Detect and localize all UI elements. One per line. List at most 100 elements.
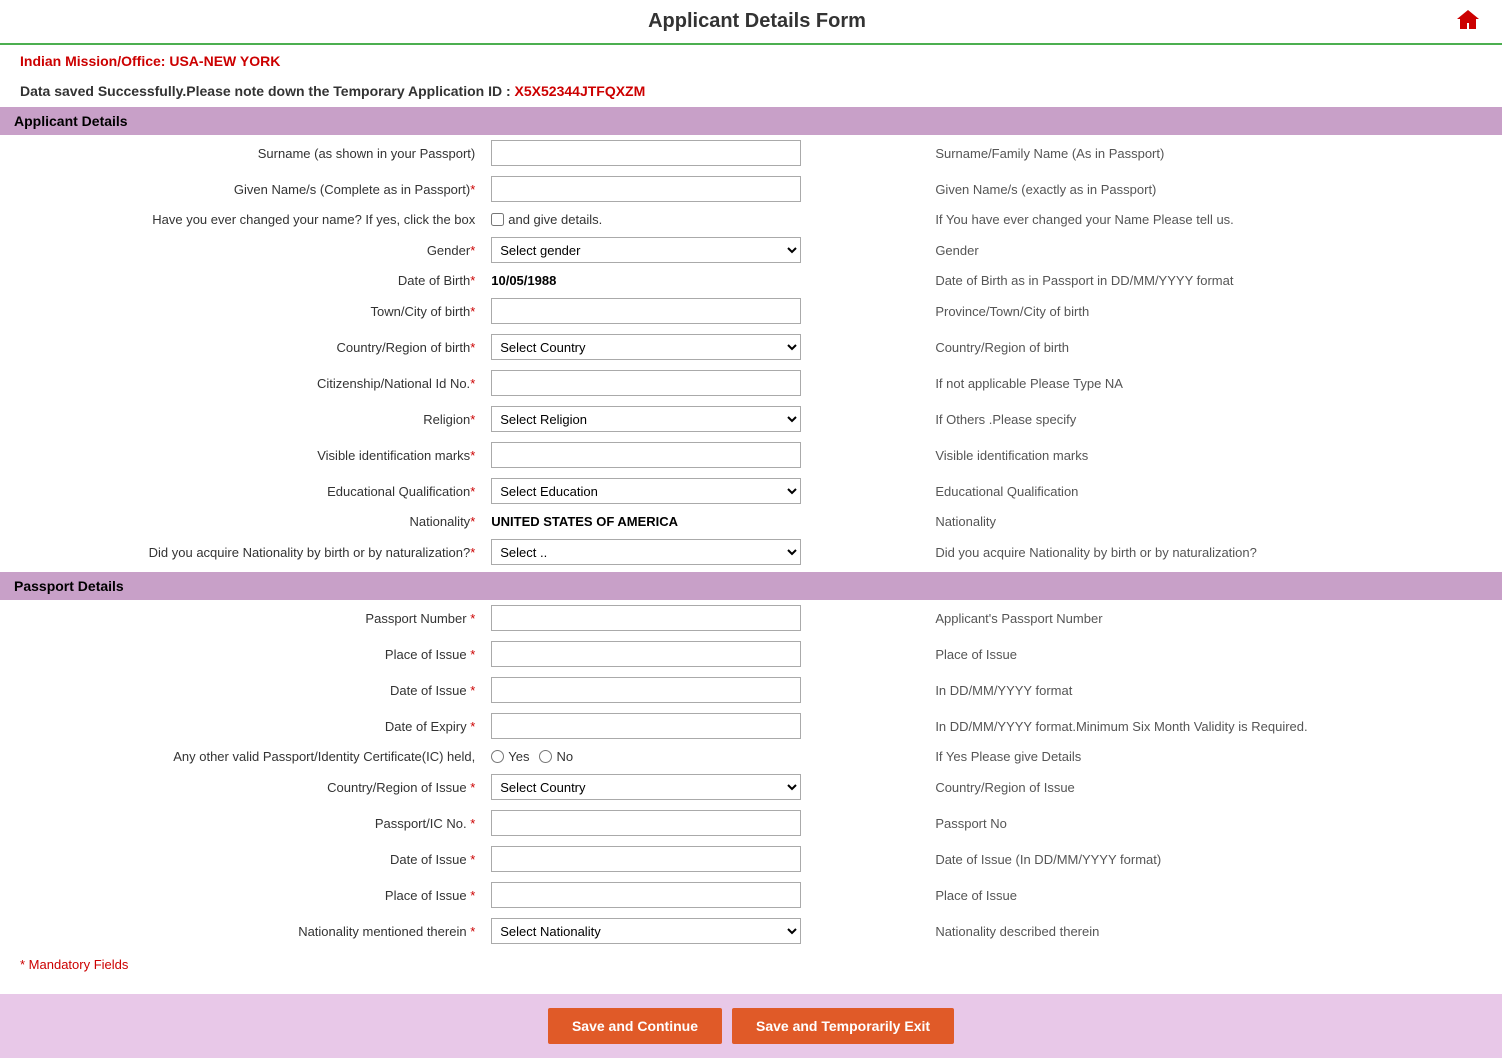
success-message: Data saved Successfully.Please note down… <box>0 77 1502 105</box>
changed-name-label: Have you ever changed your name? If yes,… <box>0 207 483 232</box>
table-row: Any other valid Passport/Identity Certif… <box>0 744 1502 769</box>
country-birth-select[interactable]: Select Country <box>491 334 801 360</box>
religion-select[interactable]: Select Religion Hindu Muslim Christian S… <box>491 406 801 432</box>
passport-number-hint: Applicant's Passport Number <box>927 600 1502 636</box>
nationality-therein-label: Nationality mentioned therein * <box>0 913 483 949</box>
nationality-acq-label: Did you acquire Nationality by birth or … <box>0 534 483 570</box>
religion-hint: If Others .Please specify <box>927 401 1502 437</box>
town-hint: Province/Town/City of birth <box>927 293 1502 329</box>
town-label: Town/City of birth* <box>0 293 483 329</box>
given-names-hint: Given Name/s (exactly as in Passport) <box>927 171 1502 207</box>
other-passport-label: Any other valid Passport/Identity Certif… <box>0 744 483 769</box>
passport-ic-input[interactable] <box>491 810 801 836</box>
button-bar: Save and Continue Save and Temporarily E… <box>0 994 1502 1058</box>
citizenship-hint: If not applicable Please Type NA <box>927 365 1502 401</box>
town-input[interactable] <box>491 298 801 324</box>
table-row: Country/Region of Issue * Select Country… <box>0 769 1502 805</box>
country-issue-hint: Country/Region of Issue <box>927 769 1502 805</box>
table-row: Visible identification marks* Visible id… <box>0 437 1502 473</box>
passport-number-input[interactable] <box>491 605 801 631</box>
table-row: Place of Issue * Place of Issue <box>0 877 1502 913</box>
date-expiry-label: Date of Expiry * <box>0 708 483 744</box>
other-passport-hint: If Yes Please give Details <box>927 744 1502 769</box>
date-issue2-hint: Date of Issue (In DD/MM/YYYY format) <box>927 841 1502 877</box>
date-issue-label: Date of Issue * <box>0 672 483 708</box>
nationality-acq-hint: Did you acquire Nationality by birth or … <box>927 534 1502 570</box>
education-select[interactable]: Select Education Below Matriculation Mat… <box>491 478 801 504</box>
nationality-hint: Nationality <box>927 509 1502 534</box>
mandatory-note: * Mandatory Fields <box>0 949 1502 980</box>
country-birth-label: Country/Region of birth* <box>0 329 483 365</box>
dob-hint: Date of Birth as in Passport in DD/MM/YY… <box>927 268 1502 293</box>
save-continue-button[interactable]: Save and Continue <box>548 1008 722 1044</box>
nationality-therein-hint: Nationality described therein <box>927 913 1502 949</box>
table-row: Educational Qualification* Select Educat… <box>0 473 1502 509</box>
home-icon[interactable] <box>1454 6 1482 37</box>
nationality-therein-select[interactable]: Select Nationality <box>491 918 801 944</box>
date-issue-hint: In DD/MM/YYYY format <box>927 672 1502 708</box>
passport-ic-label: Passport/IC No. * <box>0 805 483 841</box>
passport-number-label: Passport Number * <box>0 600 483 636</box>
table-row: Date of Birth* 10/05/1988 Date of Birth … <box>0 268 1502 293</box>
table-row: Have you ever changed your name? If yes,… <box>0 207 1502 232</box>
religion-label: Religion* <box>0 401 483 437</box>
dob-label: Date of Birth* <box>0 268 483 293</box>
education-label: Educational Qualification* <box>0 473 483 509</box>
date-expiry-input[interactable] <box>491 713 801 739</box>
other-passport-yes-label: Yes <box>491 749 529 764</box>
page-title: Applicant Details Form <box>60 10 1454 33</box>
surname-input[interactable] <box>491 140 801 166</box>
changed-name-suffix: and give details. <box>508 212 602 227</box>
place-issue-input[interactable] <box>491 641 801 667</box>
table-row: Passport Number * Applicant's Passport N… <box>0 600 1502 636</box>
given-names-input[interactable] <box>491 176 801 202</box>
passport-details-header: Passport Details <box>0 572 1502 600</box>
other-passport-radio-group: Yes No <box>491 749 919 764</box>
visible-marks-input[interactable] <box>491 442 801 468</box>
table-row: Did you acquire Nationality by birth or … <box>0 534 1502 570</box>
given-names-label: Given Name/s (Complete as in Passport)* <box>0 171 483 207</box>
table-row: Country/Region of birth* Select Country … <box>0 329 1502 365</box>
other-passport-no-radio[interactable] <box>539 750 552 763</box>
dob-value: 10/05/1988 <box>491 273 556 288</box>
changed-name-hint: If You have ever changed your Name Pleas… <box>927 207 1502 232</box>
other-passport-no-label: No <box>539 749 573 764</box>
date-issue2-label: Date of Issue * <box>0 841 483 877</box>
country-birth-hint: Country/Region of birth <box>927 329 1502 365</box>
gender-label: Gender* <box>0 232 483 268</box>
changed-name-checkbox[interactable] <box>491 213 504 226</box>
table-row: Date of Issue * In DD/MM/YYYY format <box>0 672 1502 708</box>
country-issue-select[interactable]: Select Country <box>491 774 801 800</box>
table-row: Place of Issue * Place of Issue <box>0 636 1502 672</box>
education-hint: Educational Qualification <box>927 473 1502 509</box>
mission-line: Indian Mission/Office: USA-NEW YORK <box>0 45 1502 77</box>
nationality-acq-select[interactable]: Select .. By Birth By Naturalization <box>491 539 801 565</box>
surname-hint: Surname/Family Name (As in Passport) <box>927 135 1502 171</box>
table-row: Town/City of birth* Province/Town/City o… <box>0 293 1502 329</box>
table-row: Date of Issue * Date of Issue (In DD/MM/… <box>0 841 1502 877</box>
date-issue2-input[interactable] <box>491 846 801 872</box>
place-issue-label: Place of Issue * <box>0 636 483 672</box>
passport-ic-hint: Passport No <box>927 805 1502 841</box>
applicant-details-header: Applicant Details <box>0 107 1502 135</box>
table-row: Gender* Select gender Male Female Others… <box>0 232 1502 268</box>
place-issue-hint: Place of Issue <box>927 636 1502 672</box>
place-issue2-label: Place of Issue * <box>0 877 483 913</box>
gender-select[interactable]: Select gender Male Female Others <box>491 237 801 263</box>
other-passport-yes-radio[interactable] <box>491 750 504 763</box>
citizenship-label: Citizenship/National Id No.* <box>0 365 483 401</box>
save-exit-button[interactable]: Save and Temporarily Exit <box>732 1008 954 1044</box>
date-issue-input[interactable] <box>491 677 801 703</box>
citizenship-input[interactable] <box>491 370 801 396</box>
table-row: Passport/IC No. * Passport No <box>0 805 1502 841</box>
country-issue-label: Country/Region of Issue * <box>0 769 483 805</box>
table-row: Citizenship/National Id No.* If not appl… <box>0 365 1502 401</box>
nationality-label: Nationality* <box>0 509 483 534</box>
table-row: Nationality mentioned therein * Select N… <box>0 913 1502 949</box>
nationality-value: UNITED STATES OF AMERICA <box>491 514 678 529</box>
place-issue2-hint: Place of Issue <box>927 877 1502 913</box>
table-row: Given Name/s (Complete as in Passport)* … <box>0 171 1502 207</box>
place-issue2-input[interactable] <box>491 882 801 908</box>
table-row: Surname (as shown in your Passport) Surn… <box>0 135 1502 171</box>
table-row: Date of Expiry * In DD/MM/YYYY format.Mi… <box>0 708 1502 744</box>
